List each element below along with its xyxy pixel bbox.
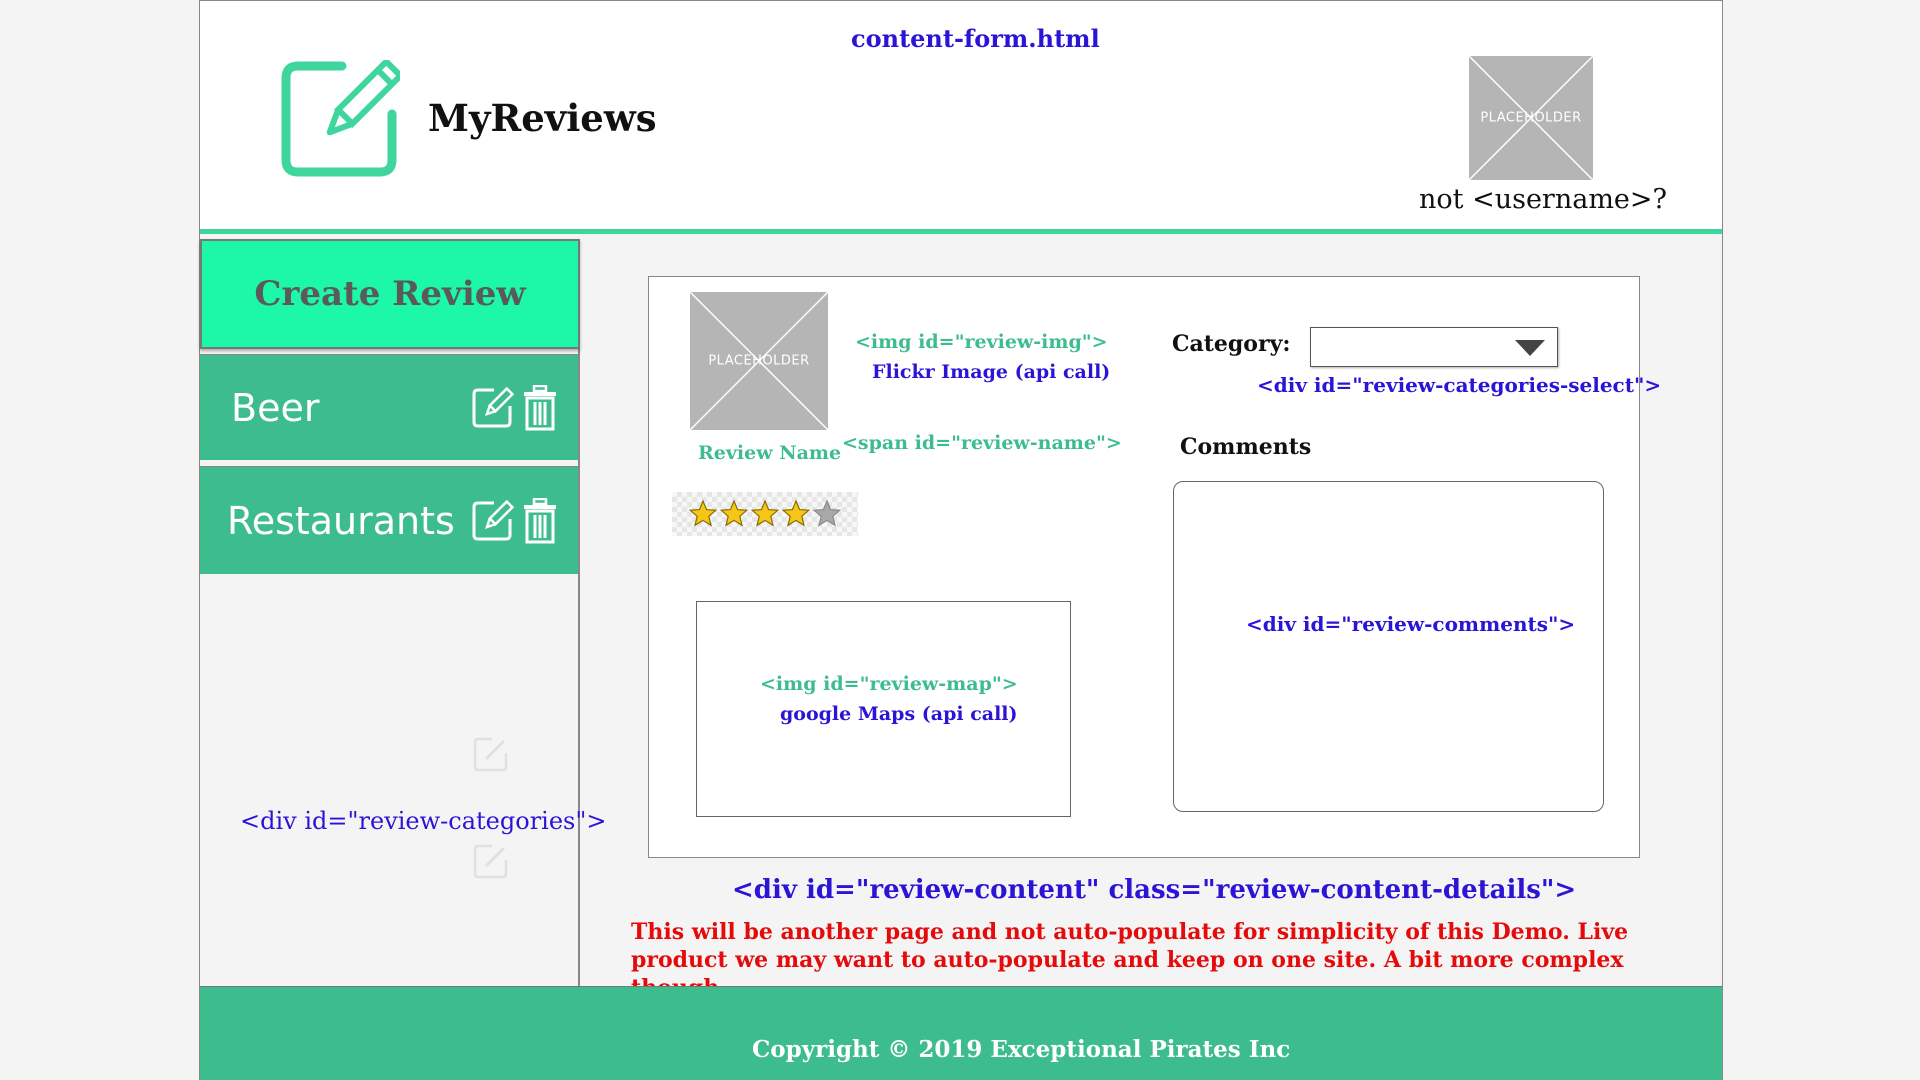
- dropdown-arrow-icon: [1515, 340, 1545, 356]
- review-map-annotation: <img id="review-map">: [760, 673, 1018, 695]
- review-content-annotation: <div id="review-content" class="review-c…: [732, 875, 1577, 905]
- trash-icon[interactable]: [523, 497, 557, 544]
- copyright-text: Copyright © 2019 Exceptional Pirates Inc: [752, 1036, 1291, 1063]
- star-rating[interactable]: [672, 492, 858, 536]
- review-comments-annotation: <div id="review-comments">: [1246, 612, 1576, 636]
- page-filename-note: content-form.html: [851, 24, 1100, 53]
- user-avatar[interactable]: PLACEHOLDER: [1469, 56, 1593, 180]
- star-filled-icon[interactable]: [719, 499, 749, 529]
- category-label: Category:: [1172, 331, 1291, 357]
- review-image: PLACEHOLDER: [690, 292, 828, 430]
- footer: [200, 986, 1722, 1080]
- sidebar: [200, 239, 580, 986]
- review-name: Review Name: [698, 442, 842, 464]
- trash-icon[interactable]: [523, 384, 557, 431]
- star-empty-icon[interactable]: [812, 499, 842, 529]
- category-select-annotation: <div id="review-categories-select">: [1257, 373, 1662, 397]
- review-image-placeholder-label: PLACEHOLDER: [708, 353, 810, 369]
- star-filled-icon[interactable]: [688, 499, 718, 529]
- comments-box[interactable]: [1173, 481, 1604, 812]
- edit-icon[interactable]: [470, 498, 515, 544]
- faded-edit-icon: [472, 735, 510, 773]
- edit-icon[interactable]: [470, 385, 515, 431]
- google-maps-annotation: google Maps (api call): [780, 703, 1018, 725]
- faded-edit-icon: [472, 842, 510, 880]
- review-img-annotation: <img id="review-img">: [855, 331, 1108, 353]
- app-title: MyReviews: [428, 96, 657, 140]
- avatar-placeholder-label: PLACEHOLDER: [1480, 110, 1582, 126]
- star-filled-icon[interactable]: [781, 499, 811, 529]
- sidebar-item-label: Beer: [231, 385, 320, 430]
- review-categories-annotation: <div id="review-categories">: [240, 807, 607, 835]
- edit-square-icon[interactable]: [280, 57, 405, 178]
- create-review-button[interactable]: Create Review: [200, 239, 580, 349]
- review-name-annotation: <span id="review-name">: [842, 432, 1122, 454]
- sidebar-item-beer[interactable]: Beer: [200, 354, 578, 460]
- logout-link[interactable]: not <username>?: [1419, 184, 1667, 215]
- sidebar-item-restaurants[interactable]: Restaurants: [200, 466, 578, 574]
- star-filled-icon[interactable]: [750, 499, 780, 529]
- flickr-annotation: Flickr Image (api call): [872, 361, 1111, 383]
- sidebar-item-label: Restaurants: [227, 498, 455, 543]
- category-select[interactable]: [1310, 327, 1558, 367]
- comments-label: Comments: [1180, 434, 1312, 460]
